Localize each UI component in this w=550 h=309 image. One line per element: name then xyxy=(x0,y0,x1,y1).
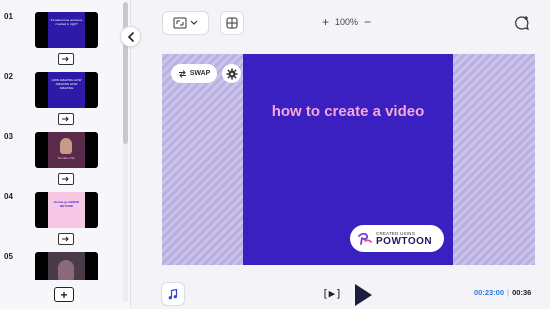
zoom-level: 100% xyxy=(335,17,359,27)
slide-item: 03 Drunken Die xyxy=(0,132,120,192)
person-photo xyxy=(58,260,74,280)
aspect-ratio-dropdown[interactable] xyxy=(162,11,209,35)
grid-button[interactable] xyxy=(220,11,244,35)
swap-icon xyxy=(178,69,186,78)
slide-thumbnail[interactable]: Gonna go ABOVE BEYOND xyxy=(35,192,98,228)
collapse-sidebar-button[interactable] xyxy=(120,26,141,47)
gear-icon xyxy=(226,68,237,79)
current-time: 00:23:00 xyxy=(474,288,505,297)
slide-thumbnail-text: HOW AMAZING HOW AMAZING HOW AMAZING xyxy=(51,78,82,90)
slide-item: 02 HOW AMAZING HOW AMAZING HOW AMAZING xyxy=(0,72,120,132)
headline-text[interactable]: how to create a video xyxy=(243,102,453,121)
slide-number: 01 xyxy=(4,12,13,21)
slide-item: 04 Gonna go ABOVE BEYOND xyxy=(0,192,120,252)
play-button[interactable] xyxy=(353,283,373,307)
grid-icon xyxy=(226,17,238,29)
slide-item: 01 It's about time someone crushed it, r… xyxy=(0,12,120,72)
add-slide-button[interactable]: + xyxy=(54,287,74,302)
slide-thumbnail-text: Gonna go ABOVE BEYOND xyxy=(53,200,80,208)
chevron-left-icon xyxy=(127,31,134,42)
slide-number: 02 xyxy=(4,72,13,81)
total-time: 00:36 xyxy=(512,288,532,297)
time-separator: | xyxy=(507,288,510,297)
slide-thumbnail[interactable] xyxy=(35,252,98,280)
swap-label: SWAP xyxy=(189,70,211,77)
swap-button[interactable]: SWAP xyxy=(171,64,217,83)
transition-icon xyxy=(62,116,69,122)
slide-thumbnail-content: HOW AMAZING HOW AMAZING HOW AMAZING xyxy=(48,72,85,108)
sidebar-scrollbar[interactable] xyxy=(123,2,128,302)
slide-list: 01 It's about time someone crushed it, r… xyxy=(0,0,120,280)
transition-button[interactable] xyxy=(58,173,74,185)
transition-icon xyxy=(62,56,69,62)
play-icon xyxy=(355,284,372,306)
transition-button[interactable] xyxy=(58,113,74,125)
slide-number: 05 xyxy=(4,252,13,261)
zoom-in-button[interactable]: + xyxy=(322,15,329,29)
person-photo xyxy=(60,138,72,154)
transition-button[interactable] xyxy=(58,53,74,65)
editor-canvas[interactable]: how to create a video SWAP CREATED USING xyxy=(162,54,535,265)
slide-sidebar: 01 It's about time someone crushed it, r… xyxy=(0,0,131,309)
powtoon-logo-icon xyxy=(358,232,372,245)
transition-icon xyxy=(62,236,69,242)
zoom-controls: + 100% − xyxy=(322,15,371,29)
editor-app: 01 It's about time someone crushed it, r… xyxy=(0,0,550,309)
timecode: 00:23:00 | 00:36 xyxy=(474,288,531,297)
watermark-text: CREATED USING POWTOON xyxy=(376,231,432,247)
add-comment-icon xyxy=(515,16,529,30)
slide-thumbnail-content: Drunken Die xyxy=(48,132,85,168)
powtoon-watermark: CREATED USING POWTOON xyxy=(350,225,444,252)
slide-thumbnail-content xyxy=(48,252,85,280)
preview-scene-button[interactable]: [▶] xyxy=(322,287,342,300)
zoom-out-button[interactable]: − xyxy=(364,15,371,29)
music-button[interactable] xyxy=(161,282,185,306)
scrollbar-thumb[interactable] xyxy=(123,2,128,144)
transition-button[interactable] xyxy=(58,233,74,245)
settings-button[interactable] xyxy=(222,64,241,83)
slide-thumbnail-text: It's about time someone crushed it, righ… xyxy=(50,18,83,26)
slide-number: 04 xyxy=(4,192,13,201)
aspect-ratio-icon xyxy=(173,17,197,29)
slide-item: 05 xyxy=(0,252,120,280)
slide-thumbnail-text: Drunken Die xyxy=(58,156,75,160)
slide-thumbnail[interactable]: Drunken Die xyxy=(35,132,98,168)
add-comment-button[interactable] xyxy=(512,13,532,33)
slide-thumbnail[interactable]: HOW AMAZING HOW AMAZING HOW AMAZING xyxy=(35,72,98,108)
music-note-icon xyxy=(168,288,178,299)
add-slide-icon: + xyxy=(60,287,68,302)
slide-number: 03 xyxy=(4,132,13,141)
slide-thumbnail[interactable]: It's about time someone crushed it, righ… xyxy=(35,12,98,48)
watermark-brand: POWTOON xyxy=(376,235,433,247)
slide-thumbnail-content: Gonna go ABOVE BEYOND xyxy=(48,192,85,228)
transition-icon xyxy=(62,176,69,182)
slide-thumbnail-content: It's about time someone crushed it, righ… xyxy=(48,12,85,48)
